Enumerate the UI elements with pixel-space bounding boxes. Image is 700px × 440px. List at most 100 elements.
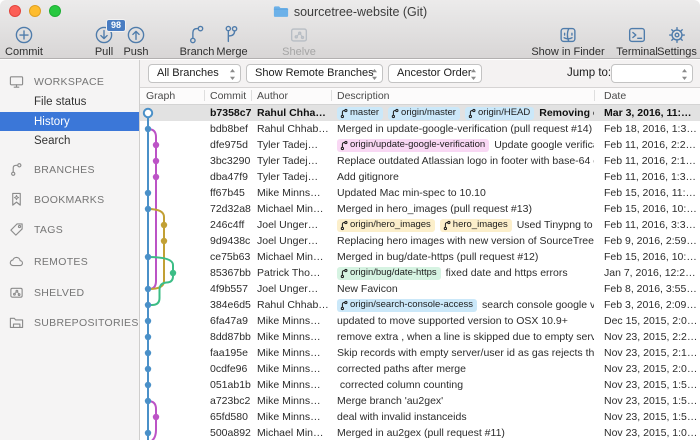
commit-row-4f9b557[interactable]: 4f9b557Joel Unger…New FaviconFeb 8, 2016… <box>140 281 700 297</box>
commit-description: corrected paths after merge <box>337 361 594 377</box>
stepper-icon <box>681 68 688 86</box>
filter-select-show-remote-branches[interactable]: Show Remote Branches <box>246 64 383 83</box>
commit-description: origin/hero_imageshero_imagesUsed Tinypn… <box>337 217 594 233</box>
sidebar-section-label: SUBREPOSITORIES <box>34 317 139 329</box>
column-header-date[interactable]: Date <box>604 90 626 102</box>
sidebar-item-branches[interactable]: BRANCHES <box>0 160 139 179</box>
column-header-graph[interactable]: Graph <box>146 90 175 102</box>
commit-description: deal with invalid instanceids <box>337 409 594 425</box>
sidebar-item-remotes[interactable]: REMOTES <box>0 252 139 271</box>
stepper-icon <box>371 68 378 87</box>
commit-row-a723bc2[interactable]: a723bc2Mike Minns…Merge branch 'au2gex'N… <box>140 393 700 409</box>
commit-row-246c4ff[interactable]: 246c4ffJoel Unger…origin/hero_imageshero… <box>140 217 700 233</box>
push-icon <box>116 23 156 46</box>
commit-row-85367bb[interactable]: 85367bbPatrick Tho…origin/bug/date-https… <box>140 265 700 281</box>
window-header: sourcetree-website (Git) Commit98PullPus… <box>0 0 700 59</box>
commit-icon <box>0 23 48 46</box>
commit-hash: 246c4ff <box>210 217 257 233</box>
shelve-icon <box>274 23 324 46</box>
commit-hash: dfe975d <box>210 137 257 153</box>
commit-description: Merged in au2gex (pull request #11) <box>337 425 594 440</box>
commit-description: Add gitignore <box>337 169 594 185</box>
sidebar-item-subrepositories[interactable]: SUBREPOSITORIES <box>0 313 139 332</box>
sidebar-item-workspace[interactable]: WORKSPACE <box>0 72 139 91</box>
commit-author: Mike Minns… <box>257 185 334 201</box>
commit-row-6fa47a9[interactable]: 6fa47a9Mike Minns…updated to move suppor… <box>140 313 700 329</box>
commit-description: masterorigin/masterorigin/HEADRemoving o… <box>337 105 594 121</box>
toolbar-label: Push <box>116 46 156 58</box>
toolbar-label: Settings <box>654 46 700 58</box>
sidebar-item-file-status[interactable]: File status <box>0 92 139 111</box>
sidebar-item-label: History <box>34 116 70 128</box>
commit-date: Feb 11, 2016, 1:3… <box>604 169 698 185</box>
commit-row-ce75b63[interactable]: ce75b63Michael Min…Merged in bug/date-ht… <box>140 249 700 265</box>
commit-list: b7358c7Rahul Chha…masterorigin/masterori… <box>140 105 700 440</box>
workspace-icon <box>9 74 25 89</box>
commit-row-ff67b45[interactable]: ff67b45Mike Minns…Updated Mac min-spec t… <box>140 185 700 201</box>
settings-icon <box>654 23 700 46</box>
commit-row-8dd87bb[interactable]: 8dd87bbMike Minns…remove extra , when a … <box>140 329 700 345</box>
sidebar-item-shelved[interactable]: SHELVED <box>0 283 139 302</box>
toolbar-label: Commit <box>0 46 48 58</box>
commit-author: Mike Minns… <box>257 345 334 361</box>
commit-description: origin/update-google-verificationUpdate … <box>337 137 594 153</box>
commit-date: Nov 23, 2015, 2:2… <box>604 329 698 345</box>
commit-row-0cdfe96[interactable]: 0cdfe96Mike Minns…corrected paths after … <box>140 361 700 377</box>
commit-date: Feb 18, 2016, 1:3… <box>604 121 698 137</box>
sidebar-item-search[interactable]: Search <box>0 131 139 150</box>
commit-description: corrected column counting <box>337 377 594 393</box>
bookmarks-icon <box>9 192 25 207</box>
column-header-author[interactable]: Author <box>257 90 288 102</box>
toolbar-button-show-in-finder[interactable]: Show in Finder <box>524 23 612 58</box>
toolbar-button-merge[interactable]: Merge <box>211 23 253 58</box>
toolbar-button-commit[interactable]: Commit <box>0 23 48 58</box>
commit-row-051ab1b[interactable]: 051ab1bMike Minns… corrected column coun… <box>140 377 700 393</box>
commit-author: Joel Unger… <box>257 233 334 249</box>
commit-description: Updated Mac min-spec to 10.10 <box>337 185 594 201</box>
commit-hash: dba47f9 <box>210 169 257 185</box>
commit-date: Jan 7, 2016, 12:2… <box>604 265 698 281</box>
jump-to-input[interactable] <box>611 64 693 83</box>
close-button[interactable] <box>9 5 21 17</box>
toolbar-button-settings[interactable]: Settings <box>654 23 700 58</box>
sidebar-item-tags[interactable]: TAGS <box>0 220 139 239</box>
jump-to-label: Jump to: <box>567 67 611 79</box>
commit-row-3bc3290[interactable]: 3bc3290Tyler Tadej…Replace outdated Atla… <box>140 153 700 169</box>
zoom-button[interactable] <box>49 5 61 17</box>
commit-row-b7358c7[interactable]: b7358c7Rahul Chha…masterorigin/masterori… <box>140 105 700 121</box>
commit-row-9d9438c[interactable]: 9d9438cJoel Unger…Replacing hero images … <box>140 233 700 249</box>
sidebar-item-history[interactable]: History <box>0 112 139 131</box>
commit-author: Mike Minns… <box>257 377 334 393</box>
commit-graph <box>140 105 200 440</box>
commit-row-500a892[interactable]: 500a892Michael Min…Merged in au2gex (pul… <box>140 425 700 440</box>
column-header-description[interactable]: Description <box>337 90 390 102</box>
commit-hash: ce75b63 <box>210 249 257 265</box>
commit-row-dfe975d[interactable]: dfe975dTyler Tadej…origin/update-google-… <box>140 137 700 153</box>
filter-select-all-branches[interactable]: All Branches <box>148 64 241 83</box>
commit-row-65fd580[interactable]: 65fd580Mike Minns…deal with invalid inst… <box>140 409 700 425</box>
commit-hash: 500a892 <box>210 425 257 440</box>
column-header-commit[interactable]: Commit <box>210 90 246 102</box>
minimize-button[interactable] <box>29 5 41 17</box>
toolbar-button-shelve: Shelve <box>274 23 324 58</box>
stepper-icon <box>229 68 236 87</box>
filter-select-ancestor-order[interactable]: Ancestor Order <box>388 64 482 83</box>
commit-author: Michael Min… <box>257 201 334 217</box>
commit-row-384e6d5[interactable]: 384e6d5Rahul Chhab…origin/search-console… <box>140 297 700 313</box>
toolbar-button-push[interactable]: Push <box>116 23 156 58</box>
commit-hash: ff67b45 <box>210 185 257 201</box>
commit-row-bdb8bef[interactable]: bdb8befRahul Chhab…Merged in update-goog… <box>140 121 700 137</box>
commit-row-faa195e[interactable]: faa195eMike Minns…Skip records with empt… <box>140 345 700 361</box>
traffic-lights <box>9 5 61 17</box>
commit-date: Nov 23, 2015, 2:0… <box>604 361 698 377</box>
commit-date: Dec 15, 2015, 2:0… <box>604 313 698 329</box>
commit-row-dba47f9[interactable]: dba47f9Tyler Tadej…Add gitignoreFeb 11, … <box>140 169 700 185</box>
commit-hash: 4f9b557 <box>210 281 257 297</box>
commit-row-72d32a8[interactable]: 72d32a8Michael Min…Merged in hero_images… <box>140 201 700 217</box>
commit-description: Merged in bug/date-https (pull request #… <box>337 249 594 265</box>
window-title-text: sourcetree-website (Git) <box>294 5 427 19</box>
commit-hash: faa195e <box>210 345 257 361</box>
commit-hash: 8dd87bb <box>210 329 257 345</box>
sidebar-item-bookmarks[interactable]: BOOKMARKS <box>0 190 139 209</box>
commit-author: Rahul Chha… <box>257 105 334 121</box>
